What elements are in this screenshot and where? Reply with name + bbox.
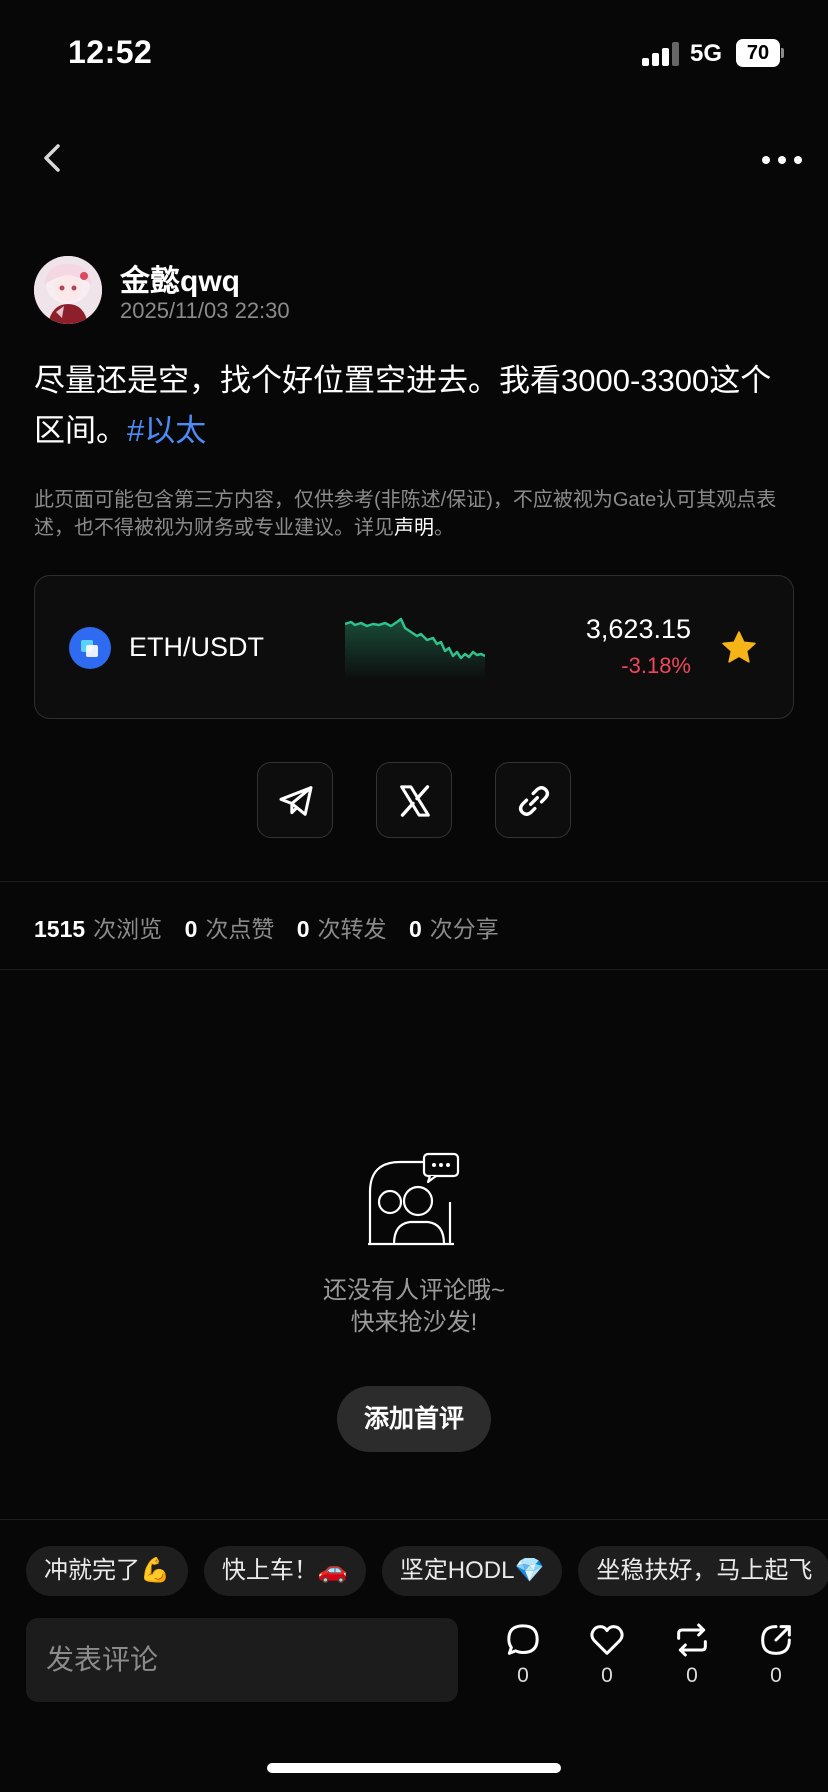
comment-action[interactable]: 0	[493, 1620, 553, 1700]
repost-count: 0	[686, 1664, 698, 1687]
quick-replies: 冲就完了💪 快上车！🚗 坚定HODL💎 坐稳扶好，马上起飞	[26, 1546, 828, 1596]
divider	[0, 969, 828, 970]
divider	[0, 881, 828, 882]
link-icon	[518, 786, 550, 816]
likes-label: 次点赞	[205, 916, 275, 942]
post-content: 尽量还是空，找个好位置空进去。我看3000-3300这个区间。#以太	[34, 356, 794, 456]
home-indicator	[267, 1763, 561, 1773]
empty-comments-subtext: 快来抢沙发!	[350, 1309, 478, 1336]
share-telegram-button[interactable]	[257, 762, 333, 838]
statement-link[interactable]: 声明	[394, 517, 434, 539]
status-bar: 12:52 5G 70	[0, 0, 828, 100]
post-timestamp: 2025/11/03 22:30	[120, 298, 290, 323]
signal-icon	[642, 42, 680, 66]
comment-count: 0	[517, 1664, 529, 1687]
network-type: 5G	[690, 40, 723, 67]
comment-icon	[507, 1624, 539, 1655]
trading-pair: ETH/USDT	[129, 632, 264, 662]
shares-label: 次分享	[429, 916, 499, 942]
star-icon[interactable]	[719, 628, 759, 668]
chevron-left-icon	[44, 144, 60, 172]
repost-action[interactable]: 0	[662, 1620, 722, 1700]
share-icon	[761, 1625, 791, 1655]
likes-count: 0	[184, 916, 198, 942]
repost-icon	[677, 1623, 707, 1657]
divider	[0, 1519, 828, 1520]
share-x-button[interactable]	[376, 762, 452, 838]
coin-icon	[69, 627, 111, 669]
battery-level: 70	[736, 39, 780, 67]
disclaimer-end: 。	[434, 517, 454, 539]
reposts-label: 次转发	[317, 916, 387, 942]
hashtag-link[interactable]: #以太	[127, 413, 206, 448]
empty-comments-icon	[368, 1152, 460, 1246]
like-action[interactable]: 0	[577, 1620, 637, 1700]
back-button[interactable]	[34, 138, 70, 178]
avatar[interactable]	[34, 256, 102, 324]
author-name[interactable]: 金懿qwq	[120, 256, 240, 300]
share-action[interactable]: 0	[746, 1620, 806, 1700]
telegram-icon	[279, 786, 313, 816]
share-count: 0	[770, 1664, 782, 1687]
status-time: 12:52	[68, 34, 153, 70]
ticker-price: 3,623.15	[585, 614, 691, 644]
quick-reply-chip[interactable]: 坚定HODL💎	[381, 1546, 563, 1596]
views-label: 次浏览	[93, 916, 163, 942]
add-first-comment-button[interactable]: 添加首评	[337, 1386, 491, 1452]
copy-link-button[interactable]	[495, 762, 571, 838]
shares-count: 0	[408, 916, 422, 942]
x-logo-icon	[400, 785, 430, 817]
heart-icon	[590, 1625, 624, 1655]
post-stats: 1515 次浏览 0 次点赞 0 次转发 0 次分享	[34, 910, 515, 944]
post-detail-page: 12:52 5G 70 金懿qwq 2025/11/03 22:30 尽量还是空…	[0, 0, 828, 1792]
views-count: 1515	[34, 916, 86, 942]
avatar-image	[34, 256, 102, 324]
quick-reply-chip[interactable]: 快上车！🚗	[203, 1546, 366, 1596]
disclaimer: 此页面可能包含第三方内容，仅供参考(非陈述/保证)，不应被视为Gate认可其观点…	[34, 486, 794, 542]
quick-reply-chip[interactable]: 冲就完了💪	[26, 1546, 188, 1596]
price-sparkline	[345, 617, 485, 680]
quick-reply-chip[interactable]: 坐稳扶好，马上起飞	[578, 1546, 828, 1596]
comment-input[interactable]	[26, 1618, 458, 1702]
more-options-button[interactable]	[760, 148, 804, 172]
battery-icon: 70	[736, 39, 784, 67]
ticker-card[interactable]: ETH/USDT 3,623.15 -3.18%	[34, 575, 794, 719]
ticker-change: -3.18%	[621, 653, 691, 678]
reposts-count: 0	[296, 916, 310, 942]
empty-comments-text: 还没有人评论哦~	[322, 1277, 505, 1304]
like-count: 0	[601, 1664, 613, 1687]
